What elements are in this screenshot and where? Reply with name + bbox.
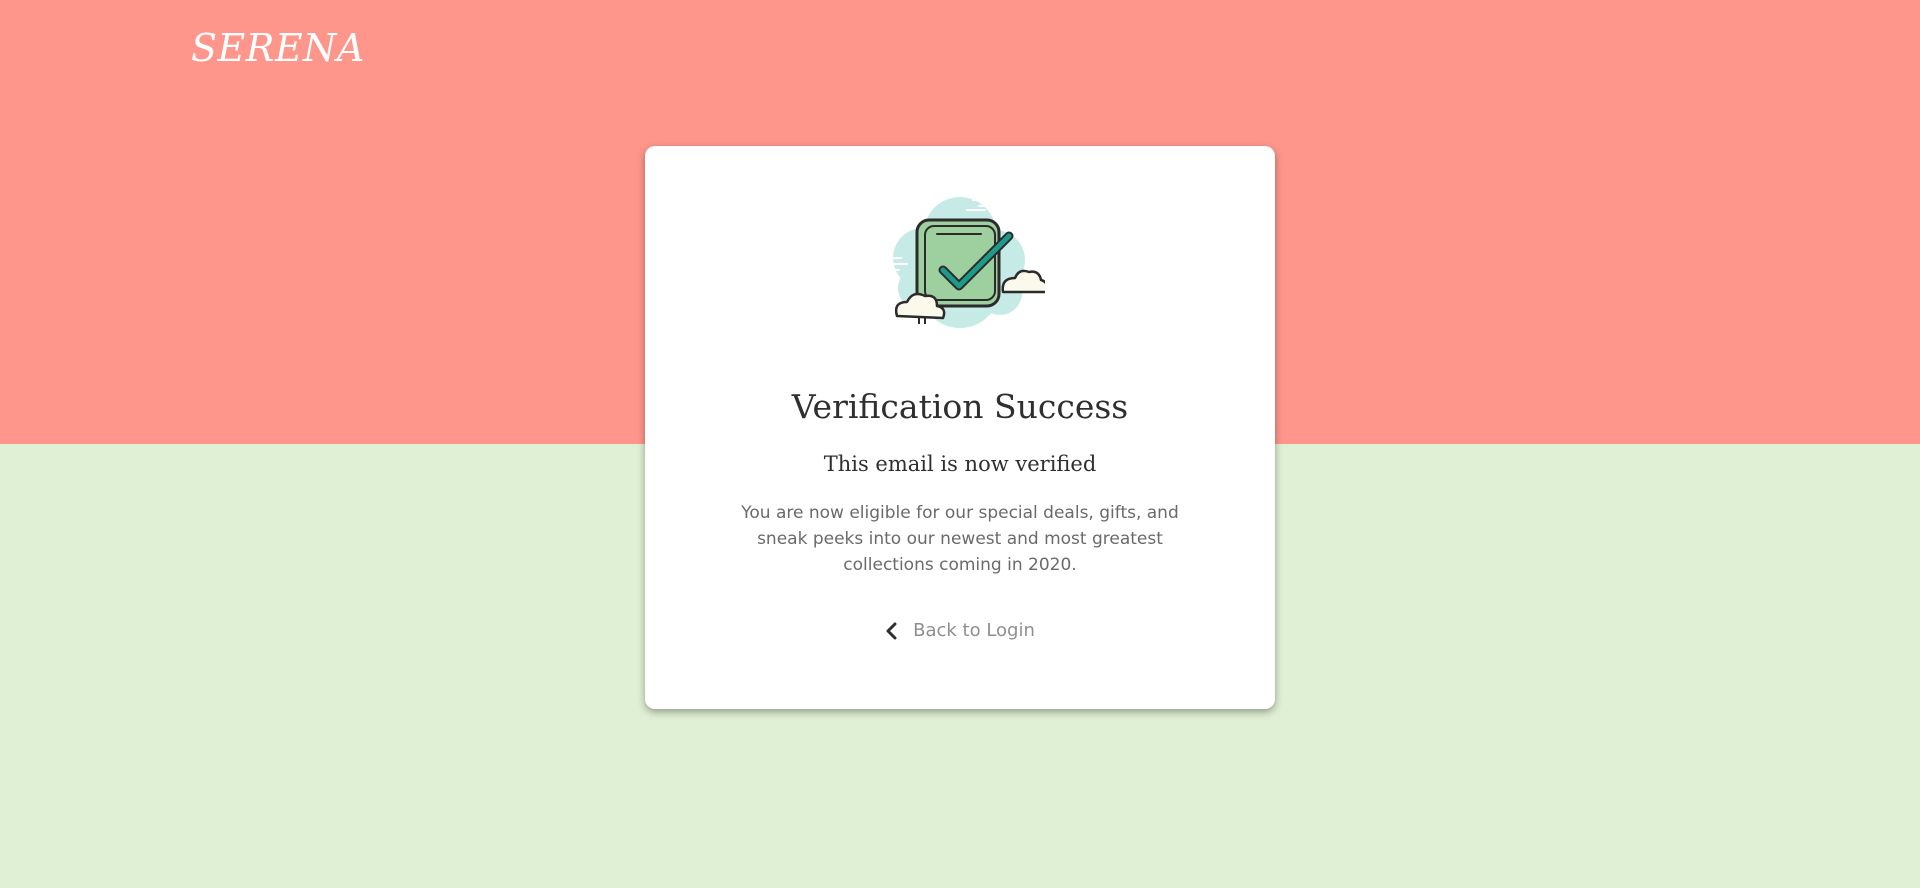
brand-logo[interactable]: SERENA [191,22,365,74]
chevron-left-icon [885,621,899,641]
verified-subtitle: This email is now verified [823,452,1097,476]
verification-card: Verification Success This email is now v… [645,146,1275,709]
verification-message: You are now eligible for our special dea… [741,503,1179,575]
verified-checkbox-icon [875,188,1049,338]
back-to-login-link[interactable]: Back to Login [645,618,1275,644]
page-title: Verification Success [791,387,1129,426]
back-to-login-label: Back to Login [913,620,1035,641]
